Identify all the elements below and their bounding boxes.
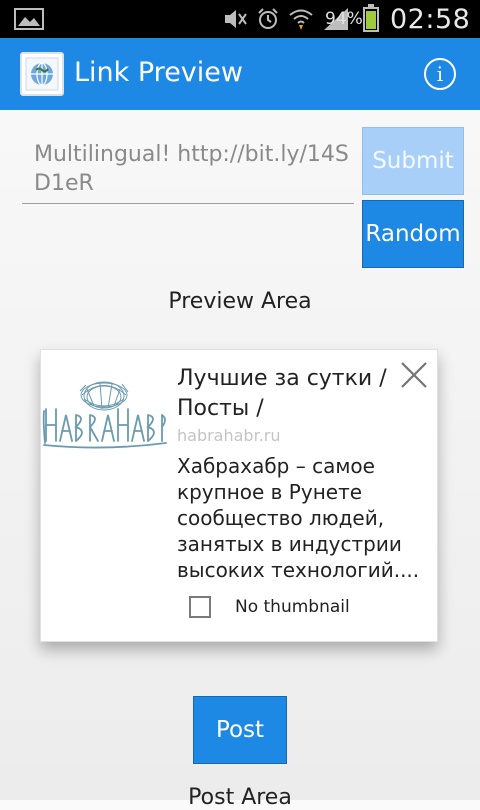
alarm-icon	[258, 8, 278, 29]
action-bar: Link Preview i	[0, 38, 480, 110]
battery-percent: 94%	[325, 9, 363, 29]
app-logo-icon	[20, 52, 64, 96]
url-input[interactable]: Multilingual! http://bit.ly/14SD1eR	[22, 128, 354, 204]
status-bar: 94% 02:58	[0, 0, 480, 38]
wifi-icon	[289, 9, 313, 30]
close-icon[interactable]	[399, 360, 429, 390]
preview-title: Лучшие за сутки / Посты /	[177, 366, 387, 421]
gallery-notification-icon	[14, 8, 44, 30]
no-thumbnail-checkbox[interactable]	[189, 596, 211, 618]
battery-icon	[363, 4, 379, 32]
mute-icon	[225, 10, 247, 28]
post-area-label: Post Area	[188, 785, 292, 810]
info-icon[interactable]: i	[424, 58, 456, 90]
habrahabr-logo-thumbnail	[42, 351, 168, 499]
preview-description: Хабрахабр – самое крупное в Рунете сообщ…	[177, 454, 420, 582]
submit-button[interactable]: Submit	[362, 127, 464, 195]
clock: 02:58	[390, 4, 471, 35]
preview-area-label: Preview Area	[168, 289, 312, 314]
post-button[interactable]: Post	[193, 696, 287, 764]
app-title: Link Preview	[74, 57, 243, 88]
no-thumbnail-label: No thumbnail	[235, 597, 350, 617]
no-thumbnail-option[interactable]: No thumbnail	[189, 595, 350, 619]
preview-domain: habrahabr.ru	[177, 426, 281, 445]
link-preview-card: Лучшие за сутки / Посты / habrahabr.ru Х…	[40, 349, 438, 642]
random-button[interactable]: Random	[362, 200, 464, 268]
